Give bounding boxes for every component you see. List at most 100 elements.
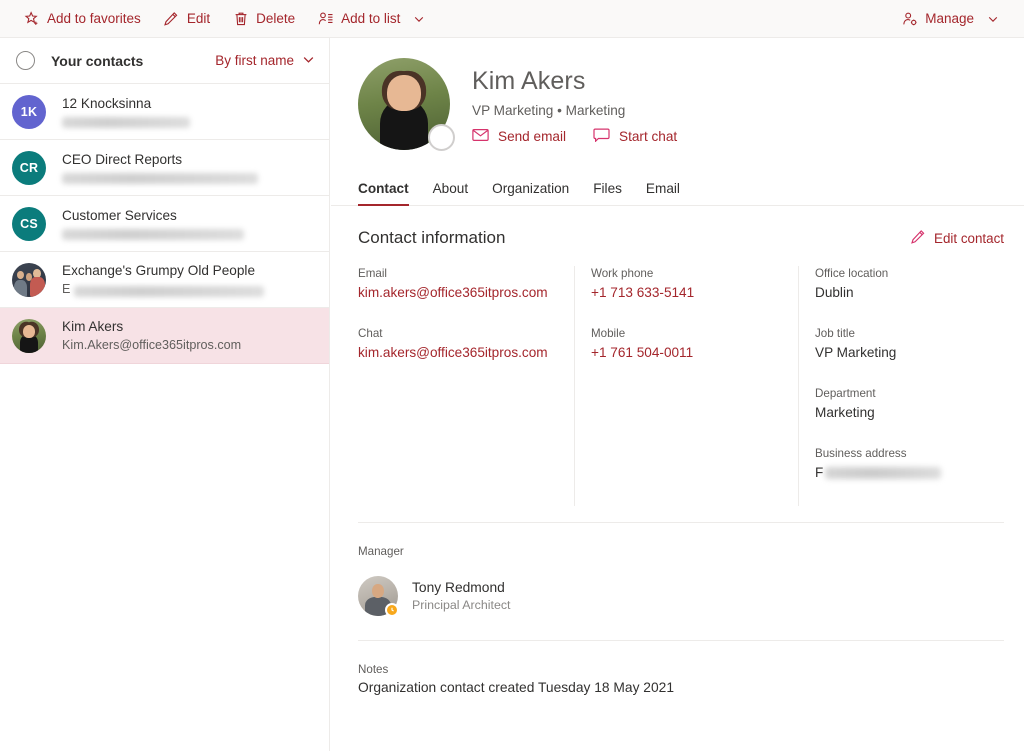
tab-about-label: About [432, 181, 469, 196]
notes-section: Notes Organization contact created Tuesd… [331, 641, 1024, 695]
manager-section: Manager Tony Redmond Principal Architect [331, 523, 1024, 617]
person-gear-icon [901, 10, 918, 27]
avatar: 1K [12, 94, 46, 129]
sort-by-control[interactable]: By first name [215, 53, 315, 69]
start-chat-button[interactable]: Start chat [593, 128, 677, 145]
list-item-name: Kim Akers [62, 319, 124, 334]
delete-label: Delete [256, 10, 296, 26]
page-title: Kim Akers [472, 67, 586, 95]
manage-label: Manage [925, 10, 974, 26]
contact-detail-pane: Kim Akers VP Marketing • Marketing Send … [331, 38, 1024, 751]
list-item-name: Exchange's Grumpy Old People [62, 263, 256, 278]
list-item-name: 12 Knocksinna [62, 96, 152, 111]
circle-unchecked-icon[interactable] [16, 51, 35, 70]
field-label: Department [815, 387, 876, 400]
sort-by-label: By first name [215, 53, 294, 68]
list-item-name: CEO Direct Reports [62, 152, 183, 167]
redaction-bar [825, 466, 942, 479]
pencil-icon [163, 10, 180, 27]
contacts-list-title: Your contacts [51, 52, 144, 69]
manager-text: Tony Redmond Principal Architect [412, 579, 510, 614]
persona-actions: Send email Start chat [472, 128, 677, 145]
manager-person[interactable]: Tony Redmond Principal Architect [358, 576, 1004, 617]
persona-photo [358, 58, 455, 151]
contact-info-column-2: Work phone +1 713 633-5141 Mobile +1 761… [574, 266, 798, 506]
field-value-redacted: F [815, 463, 998, 482]
tab-files[interactable]: Files [581, 181, 634, 205]
avatar-initials: 1K [20, 104, 38, 119]
command-bar: Add to favorites Edit Delete Add to list… [0, 0, 1024, 38]
manager-name: Tony Redmond [412, 579, 505, 595]
field-value[interactable]: +1 761 504-0011 [591, 343, 798, 362]
add-to-list-button[interactable]: Add to list [306, 4, 436, 34]
field-label: Chat [358, 327, 383, 340]
delete-button[interactable]: Delete [221, 4, 306, 34]
chevron-down-icon [987, 13, 999, 25]
presence-badge [428, 124, 455, 151]
list-item-subtitle: Kim.Akers@office365itpros.com [62, 338, 242, 352]
list-item[interactable]: CR CEO Direct Reports [0, 140, 329, 196]
field-value[interactable]: +1 713 633-5141 [591, 283, 798, 302]
tab-contact-label: Contact [358, 181, 409, 196]
list-item-text: Kim Akers Kim.Akers@office365itpros.com [62, 318, 315, 353]
field-label: Work phone [591, 267, 654, 280]
field-value[interactable]: kim.akers@office365itpros.com [358, 343, 574, 362]
detail-tabs: Contact About Organization Files Email [331, 170, 1024, 206]
contacts-list-header: Your contacts By first name [0, 38, 329, 84]
list-item-text: Exchange's Grumpy Old People E [62, 262, 315, 297]
avatar-initials: CR [19, 160, 39, 175]
command-bar-left-group: Add to favorites Edit Delete Add to list [0, 4, 436, 34]
list-item-selected[interactable]: Kim Akers Kim.Akers@office365itpros.com [0, 308, 329, 364]
field-label: Mobile [591, 327, 626, 340]
avatar: CS [12, 206, 46, 241]
contact-information-header: Contact information Edit contact [331, 206, 1024, 248]
list-item-subtitle-prefix: E [62, 282, 71, 296]
field-department: Department Marketing [815, 386, 998, 422]
avatar-photo [12, 318, 46, 353]
add-to-list-label: Add to list [341, 10, 401, 26]
field-work-phone: Work phone +1 713 633-5141 [591, 266, 798, 302]
notes-label: Notes [358, 663, 389, 676]
field-value[interactable]: kim.akers@office365itpros.com [358, 283, 574, 302]
tab-email[interactable]: Email [634, 181, 692, 205]
chevron-down-icon [302, 53, 315, 69]
edit-button[interactable]: Edit [152, 4, 221, 34]
manager-label: Manager [358, 545, 404, 558]
list-item-text: Customer Services [62, 207, 315, 240]
notes-value: Organization contact created Tuesday 18 … [358, 680, 674, 695]
start-chat-label: Start chat [619, 129, 678, 144]
mail-icon [472, 128, 489, 145]
people-app: Add to favorites Edit Delete Add to list… [0, 0, 1024, 751]
field-job-title: Job title VP Marketing [815, 326, 998, 362]
tab-organization[interactable]: Organization [480, 181, 581, 205]
manage-button[interactable]: Manage [890, 4, 1010, 34]
tab-organization-label: Organization [492, 181, 570, 196]
persona-role: VP Marketing • Marketing [472, 103, 626, 118]
list-item[interactable]: 1K 12 Knocksinna [0, 84, 329, 140]
list-item[interactable]: Exchange's Grumpy Old People E [0, 252, 329, 308]
field-business-address: Business address F [815, 446, 998, 482]
list-item-subtitle-redacted [62, 173, 258, 184]
tab-about[interactable]: About [421, 181, 481, 205]
send-email-button[interactable]: Send email [472, 128, 566, 145]
person-list-icon [317, 10, 334, 27]
trash-icon [232, 10, 249, 27]
avatar: CR [12, 150, 46, 185]
add-to-favorites-button[interactable]: Add to favorites [12, 4, 152, 34]
field-value: Marketing [815, 405, 875, 420]
tab-contact[interactable]: Contact [358, 181, 421, 206]
list-item[interactable]: CS Customer Services [0, 196, 329, 252]
tab-files-label: Files [593, 181, 622, 196]
edit-contact-button[interactable]: Edit contact [910, 229, 1004, 248]
pencil-icon [910, 229, 926, 248]
add-to-favorites-label: Add to favorites [47, 10, 141, 26]
avatar [12, 318, 46, 353]
field-value: VP Marketing [815, 345, 897, 360]
field-chat: Chat kim.akers@office365itpros.com [358, 326, 574, 362]
list-item-subtitle-redacted [62, 229, 244, 240]
presence-away-icon [385, 603, 399, 617]
avatar [12, 262, 46, 297]
list-item-text: CEO Direct Reports [62, 151, 315, 184]
tab-email-label: Email [645, 181, 680, 196]
avatar-initials: CS [20, 216, 38, 231]
